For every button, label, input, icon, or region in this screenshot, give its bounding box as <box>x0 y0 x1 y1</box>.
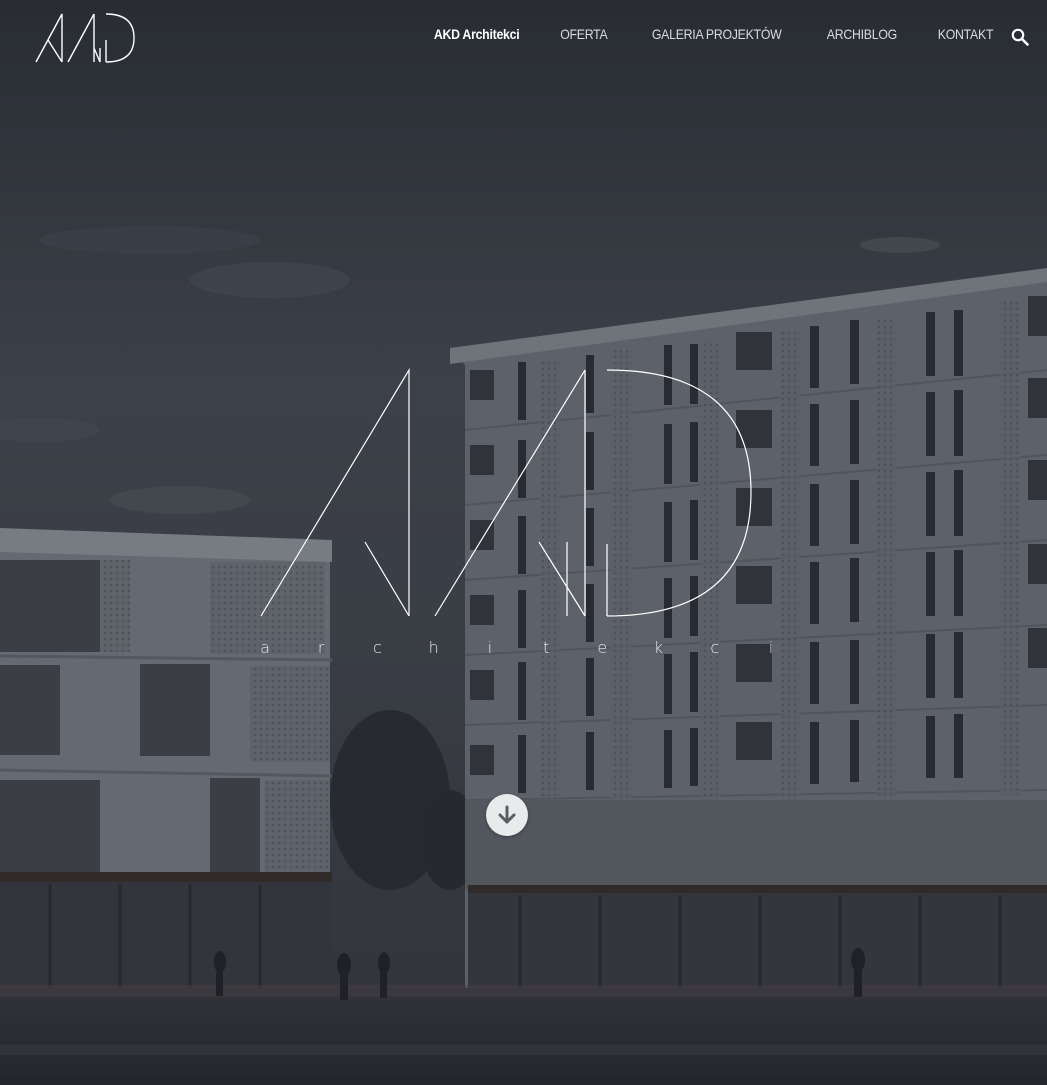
arrow-down-icon <box>498 805 516 824</box>
tagline-letter: e <box>597 638 608 657</box>
akd-hero-logo <box>260 367 752 617</box>
akd-logo[interactable] <box>34 10 138 64</box>
search-icon[interactable] <box>1011 28 1029 46</box>
hero-section: AKD Architekci OFERTA GALERIA PROJEKTÓW … <box>0 0 1047 1085</box>
main-navigation: AKD Architekci OFERTA GALERIA PROJEKTÓW … <box>428 26 997 42</box>
tagline-architekci: a r c h i t e k c i <box>258 638 778 657</box>
tagline-letter: c <box>710 638 720 657</box>
tagline-letter: r <box>317 638 325 657</box>
tagline-letter: i <box>768 638 774 657</box>
tagline-letter: a <box>260 638 270 657</box>
tagline-letter: i <box>487 638 493 657</box>
nav-item-archiblog[interactable]: ARCHIBLOG <box>827 26 897 42</box>
tagline-letter: h <box>428 638 439 657</box>
nav-item-kontakt[interactable]: KONTAKT <box>938 26 994 42</box>
site-header: AKD Architekci OFERTA GALERIA PROJEKTÓW … <box>0 0 1047 80</box>
tagline-letter: k <box>653 638 664 657</box>
tagline-letter: c <box>373 638 382 657</box>
scroll-down-button[interactable] <box>486 794 528 836</box>
nav-item-galeria-projektow[interactable]: GALERIA PROJEKTÓW <box>652 26 782 42</box>
nav-item-akd-architekci[interactable]: AKD Architekci <box>434 26 520 42</box>
nav-item-oferta[interactable]: OFERTA <box>560 26 608 42</box>
tagline-letter: t <box>542 638 550 657</box>
